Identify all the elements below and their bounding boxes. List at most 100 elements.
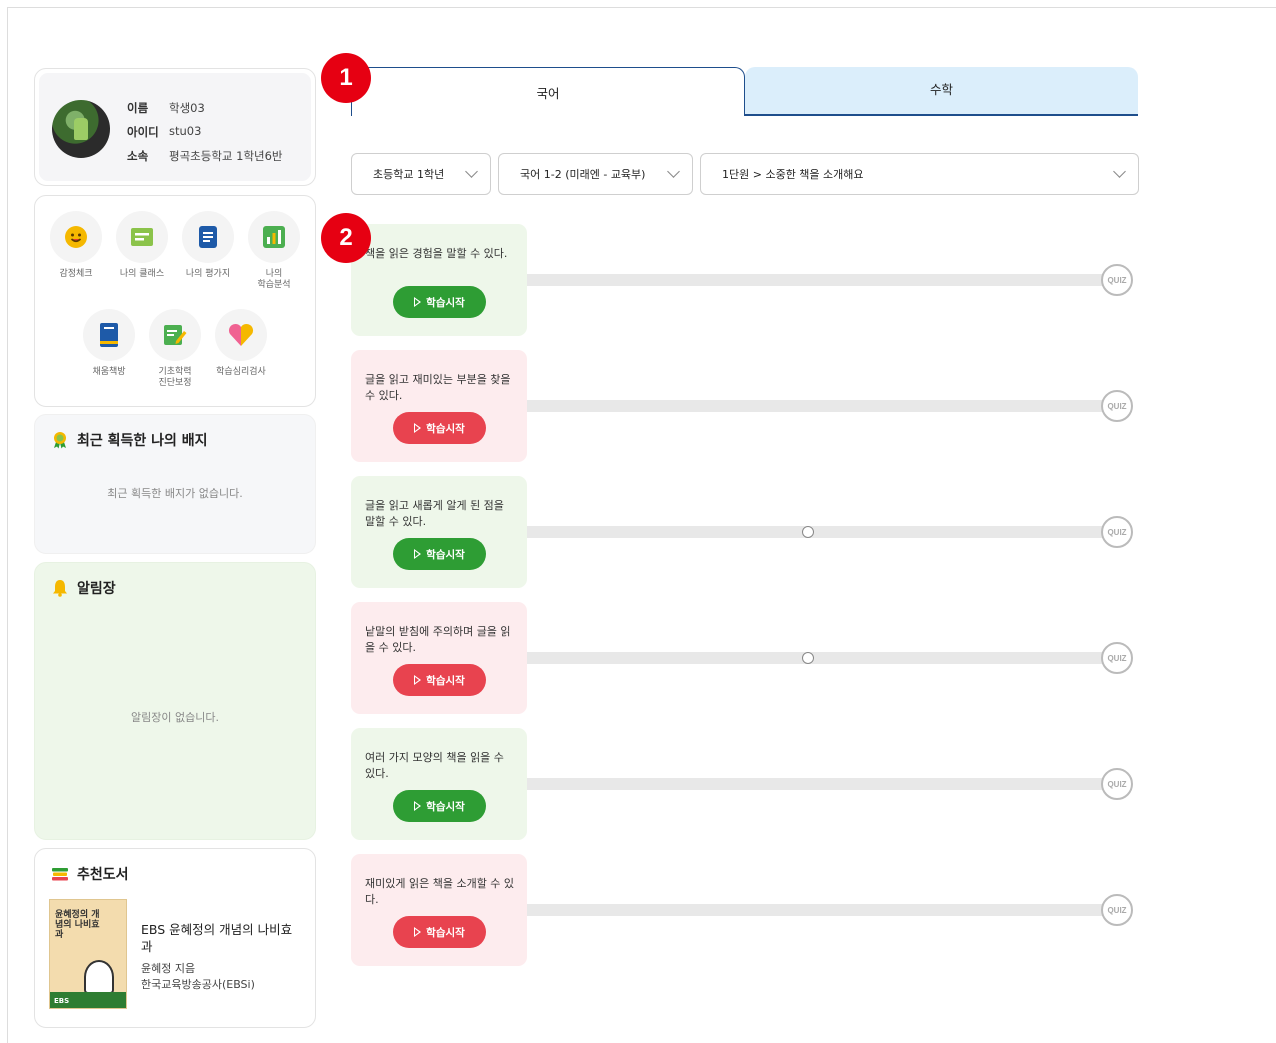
tab-label: 국어 xyxy=(536,85,560,101)
smile-icon xyxy=(65,226,87,248)
menu-label: 나의 클래스 xyxy=(119,269,165,279)
book-icon xyxy=(100,323,118,347)
books-stack-icon xyxy=(52,868,68,881)
start-learning-button[interactable]: 학습시작 xyxy=(393,538,486,570)
menu-psych-test[interactable]: 학습심리검사 xyxy=(206,309,276,378)
profile-org-label: 소속 xyxy=(127,149,149,163)
lesson-card: 재미있게 읽은 책을 소개할 수 있다. 학습시작 xyxy=(351,854,527,966)
book-cover[interactable]: 윤혜정의 개념의 나비효과 EBS xyxy=(49,899,127,1009)
lesson-objective: 여러 가지 모양의 책을 읽을 수 있다. xyxy=(365,751,504,780)
grade-select-value: 초등학교 1학년 xyxy=(373,168,445,181)
menu-label: 나의 학습분석 xyxy=(257,269,291,290)
play-icon xyxy=(414,675,422,685)
badges-title-text: 최근 획득한 나의 배지 xyxy=(77,433,208,449)
lesson-progress-track xyxy=(527,904,1104,916)
start-learning-label: 학습시작 xyxy=(426,674,465,687)
note-pencil-icon xyxy=(164,325,187,345)
lesson-progress-track xyxy=(527,778,1104,790)
lesson-objective: 책을 읽은 경험을 말할 수 있다. xyxy=(365,247,508,260)
start-learning-button[interactable]: 학습시작 xyxy=(393,916,486,948)
menu-label: 나의 평가지 xyxy=(185,269,231,279)
start-learning-label: 학습시작 xyxy=(426,296,465,309)
menu-label: 감정체크 xyxy=(59,269,93,279)
book-cover-title: 윤혜정의 개념의 나비효과 xyxy=(55,910,100,940)
step-marker-2: 2 xyxy=(321,213,371,263)
notice-title: 알림장 xyxy=(51,578,116,598)
class-board-icon xyxy=(131,228,153,246)
menu-emotion-check[interactable]: 감정체크 xyxy=(41,211,111,280)
grade-select[interactable]: 초등학교 1학년 xyxy=(351,153,491,195)
lesson-card: 책을 읽은 경험을 말할 수 있다. 학습시작 xyxy=(351,224,527,336)
start-learning-button[interactable]: 학습시작 xyxy=(393,412,486,444)
start-learning-button[interactable]: 학습시작 xyxy=(393,664,486,696)
menu-label: 기초학력 진단보정 xyxy=(158,367,192,388)
books-title-text: 추천도서 xyxy=(77,867,129,883)
bell-icon xyxy=(53,580,67,597)
badges-empty-message: 최근 획득한 배지가 없습니다. xyxy=(107,487,243,500)
tab-korean[interactable]: 국어 xyxy=(351,67,745,116)
quiz-button[interactable]: QUIZ xyxy=(1101,894,1133,926)
menu-my-class[interactable]: 나의 클래스 xyxy=(107,211,177,280)
lesson-objective: 글을 읽고 재미있는 부분을 찾을 수 있다. xyxy=(365,373,511,402)
lesson-card: 글을 읽고 재미있는 부분을 찾을 수 있다. 학습시작 xyxy=(351,350,527,462)
start-learning-button[interactable]: 학습시작 xyxy=(393,790,486,822)
start-learning-label: 학습시작 xyxy=(426,422,465,435)
chevron-down-icon xyxy=(667,165,680,178)
lesson-progress-track xyxy=(527,652,1104,664)
lesson-objective: 낱말의 받침에 주의하며 글을 읽을 수 있다. xyxy=(365,625,511,654)
heart-icon xyxy=(228,323,254,346)
profile-org-value: 평곡초등학교 1학년6반 xyxy=(169,149,283,163)
book-publisher: 한국교육방송공사(EBSi) xyxy=(141,978,255,991)
tab-label: 수학 xyxy=(929,82,953,97)
quiz-button[interactable]: QUIZ xyxy=(1101,768,1133,800)
profile-id-row: 아이디 stu03 xyxy=(127,124,201,140)
progress-point[interactable] xyxy=(802,652,814,664)
progress-point[interactable] xyxy=(802,526,814,538)
profile-org-row: 소속 평곡초등학교 1학년6반 xyxy=(127,148,283,164)
lesson-card: 여러 가지 모양의 책을 읽을 수 있다. 학습시작 xyxy=(351,728,527,840)
quick-menu: 감정체크 나의 클래스 나의 평가지 나의 학습분석 채움책방 기초학력 진단보… xyxy=(34,195,316,407)
profile-name-row: 이름 학생03 xyxy=(127,100,205,116)
avatar[interactable] xyxy=(52,100,110,158)
notice-title-text: 알림장 xyxy=(77,581,116,597)
bar-chart-icon xyxy=(263,226,285,248)
profile-id-label: 아이디 xyxy=(127,125,159,139)
quiz-button[interactable]: QUIZ xyxy=(1101,642,1133,674)
profile-card: 이름 학생03 아이디 stu03 소속 평곡초등학교 1학년6반 xyxy=(34,68,316,186)
lesson-objective: 글을 읽고 새롭게 알게 된 점을 말할 수 있다. xyxy=(365,499,504,528)
recommended-books-card: 추천도서 윤혜정의 개념의 나비효과 EBS EBS 윤혜정의 개념의 나비효과… xyxy=(34,848,316,1028)
tab-math[interactable]: 수학 xyxy=(745,67,1138,116)
profile-id-value: stu03 xyxy=(169,124,202,138)
play-icon xyxy=(414,297,422,307)
recent-badges-card: 최근 획득한 나의 배지 최근 획득한 배지가 없습니다. xyxy=(34,414,316,554)
start-learning-label: 학습시작 xyxy=(426,926,465,939)
profile-name-value: 학생03 xyxy=(169,101,205,115)
menu-basic-diagnosis[interactable]: 기초학력 진단보정 xyxy=(140,309,210,389)
textbook-select-value: 국어 1-2 (미래엔 - 교육부) xyxy=(520,168,646,181)
unit-select[interactable]: 1단원 > 소중한 책을 소개해요 xyxy=(700,153,1139,195)
notice-card: 알림장 알림장이 없습니다. xyxy=(34,562,316,840)
quiz-button[interactable]: QUIZ xyxy=(1101,264,1133,296)
menu-bookstore[interactable]: 채움책방 xyxy=(74,309,144,378)
book-title[interactable]: EBS 윤혜정의 개념의 나비효과 xyxy=(141,921,301,955)
badges-title: 최근 획득한 나의 배지 xyxy=(51,430,208,450)
quiz-button[interactable]: QUIZ xyxy=(1101,516,1133,548)
play-icon xyxy=(414,549,422,559)
menu-label: 학습심리검사 xyxy=(216,367,266,377)
play-icon xyxy=(414,423,422,433)
lesson-progress-track xyxy=(527,526,1104,538)
badge-medal-icon xyxy=(54,432,66,449)
document-icon xyxy=(199,226,217,248)
quiz-button[interactable]: QUIZ xyxy=(1101,390,1133,422)
book-cover-brand: EBS xyxy=(54,997,70,1005)
lesson-card: 글을 읽고 새롭게 알게 된 점을 말할 수 있다. 학습시작 xyxy=(351,476,527,588)
menu-my-analysis[interactable]: 나의 학습분석 xyxy=(239,211,309,291)
menu-my-test[interactable]: 나의 평가지 xyxy=(173,211,243,280)
book-cover-illustration xyxy=(84,960,114,994)
start-learning-label: 학습시작 xyxy=(426,548,465,561)
chevron-down-icon xyxy=(1113,165,1126,178)
start-learning-button[interactable]: 학습시작 xyxy=(393,286,486,318)
textbook-select[interactable]: 국어 1-2 (미래엔 - 교육부) xyxy=(498,153,693,195)
lesson-objective: 재미있게 읽은 책을 소개할 수 있다. xyxy=(365,877,515,906)
menu-label: 채움책방 xyxy=(92,367,126,377)
